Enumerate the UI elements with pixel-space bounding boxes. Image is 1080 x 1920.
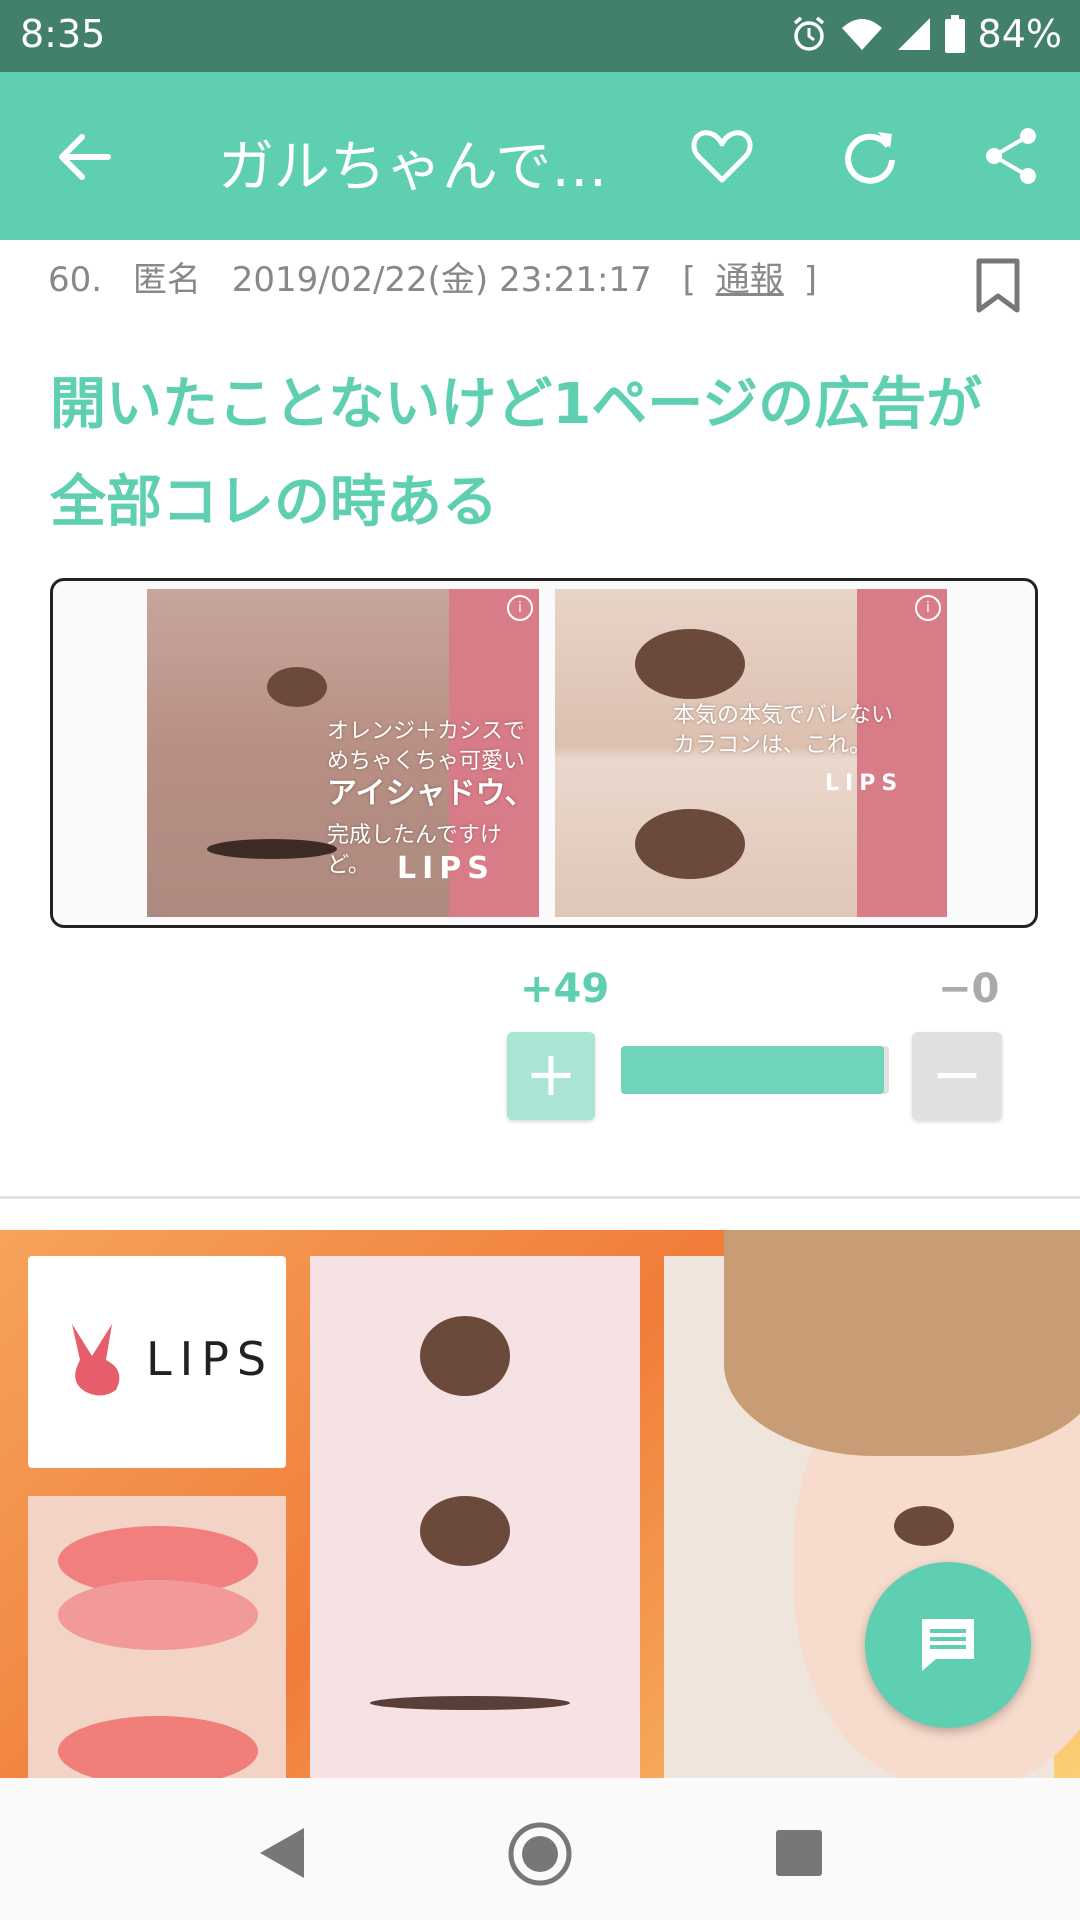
contact-lens-ad-image: i 本気の本気でバレない カラコンは、これ。 LIPS xyxy=(555,589,947,917)
app-bar: ガルちゃんで… xyxy=(0,72,1080,240)
page-title: ガルちゃんで… xyxy=(218,135,608,200)
status-icons: 84% xyxy=(790,12,1062,56)
ad-caption: 本気の本気でバレない カラコンは、これ。 xyxy=(673,703,894,758)
share-icon[interactable] xyxy=(980,124,1044,188)
status-bar: 8:35 84% xyxy=(0,0,1080,72)
lip-graphic xyxy=(58,1716,258,1778)
minus-vote-button[interactable]: − xyxy=(912,1032,1002,1120)
lips-logo-icon xyxy=(72,1324,120,1396)
nav-recent-icon[interactable] xyxy=(776,1830,822,1876)
lips-logo: LIPS xyxy=(397,851,495,886)
back-arrow-icon[interactable] xyxy=(50,122,120,192)
eye-graphic xyxy=(267,667,327,707)
comment-image[interactable]: i オレンジ＋カシスで めちゃくちゃ可愛い アイシャドウ、 完成したんですけど。… xyxy=(50,578,1038,928)
alarm-icon xyxy=(793,16,824,51)
lips-logo: LIPS xyxy=(825,771,904,796)
ad-headline: アイシャドウ、 xyxy=(327,776,535,811)
comment-datetime: 2019/02/22(金) 23:21:17 xyxy=(231,260,652,300)
plus-vote-count: +49 xyxy=(520,966,610,1012)
plus-vote-button[interactable]: + xyxy=(507,1032,595,1120)
eye-graphic xyxy=(635,629,745,699)
ad-caption: オレンジ＋カシスで めちゃくちゃ可愛い xyxy=(327,719,526,774)
lips-logo-card: LIPS xyxy=(28,1256,286,1468)
report-link-wrapper: [通報] xyxy=(682,260,818,300)
nav-bar xyxy=(0,1778,1080,1920)
battery-icon xyxy=(944,15,965,53)
comment-fab[interactable] xyxy=(865,1562,1031,1728)
wifi-icon xyxy=(841,19,882,50)
status-time: 8:35 xyxy=(20,12,106,56)
bookmark-icon[interactable] xyxy=(975,258,1021,314)
nav-home-icon[interactable] xyxy=(507,1821,573,1887)
eye-graphic xyxy=(370,1696,570,1710)
report-link[interactable]: 通報 xyxy=(716,260,784,300)
ad-info-icon: i xyxy=(507,595,533,621)
heart-icon[interactable] xyxy=(690,124,754,188)
ad-info-icon: i xyxy=(915,595,941,621)
lip-graphic xyxy=(58,1580,258,1650)
nav-back-icon[interactable] xyxy=(258,1826,306,1880)
lips-logo-text: LIPS xyxy=(146,1332,275,1386)
eye-graphic xyxy=(894,1506,954,1546)
vote-ratio-bar xyxy=(621,1046,889,1094)
eye-graphic xyxy=(420,1316,510,1396)
comment-icon xyxy=(922,1619,974,1671)
eye-graphic xyxy=(420,1496,510,1566)
battery-percent: 84% xyxy=(977,12,1062,56)
vote-ratio-fill xyxy=(621,1046,884,1094)
eye-graphic xyxy=(207,839,337,859)
comment-meta: 60. 匿名 2019/02/22(金) 23:21:17 [通報] xyxy=(48,252,857,301)
refresh-icon[interactable] xyxy=(838,124,902,188)
signal-icon xyxy=(897,18,930,50)
comment-author: 匿名 xyxy=(132,260,201,300)
divider xyxy=(0,1196,1080,1199)
comment-number: 60. xyxy=(48,260,103,300)
hair-graphic xyxy=(724,1230,1080,1456)
eye-makeup-photo xyxy=(310,1256,640,1778)
eye-graphic xyxy=(635,809,745,879)
lip-photo xyxy=(28,1496,286,1778)
minus-vote-count: −0 xyxy=(938,966,1000,1012)
eyeshadow-ad-image: i オレンジ＋カシスで めちゃくちゃ可愛い アイシャドウ、 完成したんですけど。… xyxy=(147,589,539,917)
comment-body: 開いたことないけど1ページの広告が全部コレの時ある xyxy=(50,372,983,535)
